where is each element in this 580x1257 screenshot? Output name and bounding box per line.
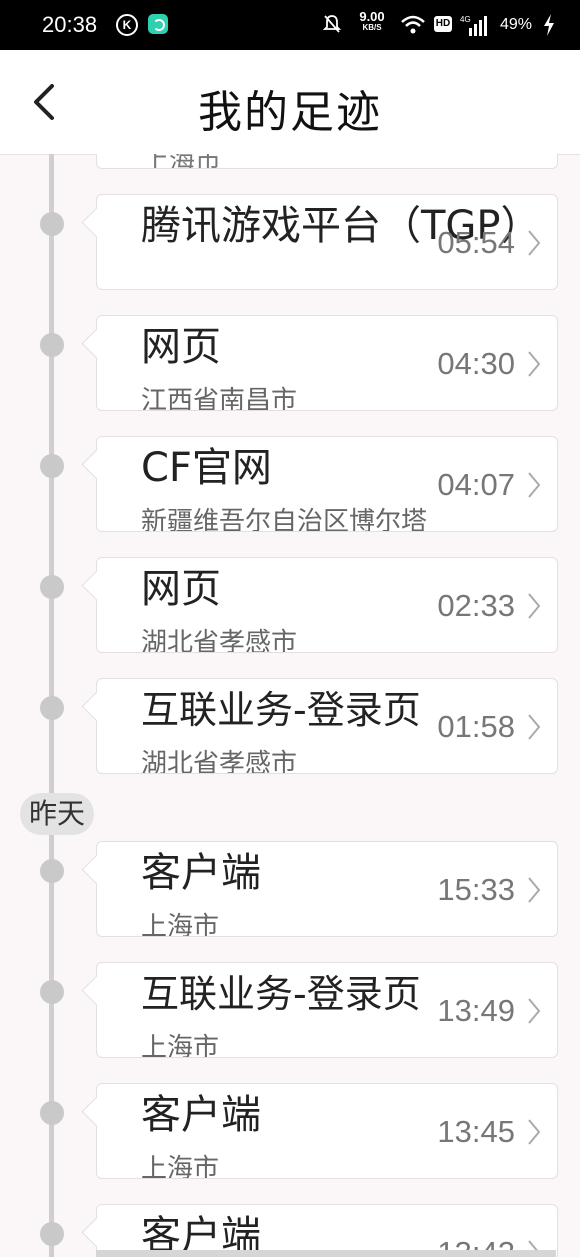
net-speed-value: 9.00: [359, 9, 385, 24]
chevron-right-icon: [528, 714, 541, 740]
history-entry[interactable]: 01:58 互联业务-登录页 湖北省孝感市: [0, 678, 580, 774]
card-time: 04:30: [437, 346, 515, 381]
wifi-icon: [401, 15, 425, 34]
history-entry[interactable]: 网页 江西省南昌市 04:30: [0, 315, 580, 411]
signal-icon: 4G: [460, 15, 487, 36]
card-time: 13:49: [437, 993, 515, 1028]
card-title: 客户端: [141, 1092, 261, 1138]
history-card[interactable]: CF官网 新疆维吾尔自治区博尔塔 04:07: [96, 436, 558, 532]
timeline-dot: [40, 980, 64, 1004]
card-location: 江西省南昌市: [141, 386, 298, 411]
app-notification-icon: [148, 14, 168, 34]
page-title: 我的足迹: [198, 87, 382, 138]
card-title: 网页: [141, 566, 221, 612]
history-card[interactable]: 网页 江西省南昌市 04:30: [96, 315, 558, 411]
card-title: 互联业务-登录页: [141, 688, 421, 732]
card-time: 05:54: [437, 225, 515, 260]
card-time: 13:45: [437, 1114, 515, 1149]
timeline-dot: [40, 333, 64, 357]
chevron-right-icon: [528, 877, 541, 903]
card-location: 上海市: [141, 1154, 220, 1179]
history-card[interactable]: 13:49 互联业务-登录页 上海市: [96, 962, 558, 1058]
history-card[interactable]: 腾讯游戏平台（TGP） 05:54: [96, 194, 558, 290]
history-entry[interactable]: 客户端 上海市 15:33: [0, 841, 580, 937]
history-card[interactable]: 客户端 上海市 13:45: [96, 1083, 558, 1179]
chevron-right-icon: [528, 998, 541, 1024]
card-title: 客户端: [141, 850, 261, 896]
history-card[interactable]: 客户端 上海市 15:33: [96, 841, 558, 937]
card-time: 01:58: [437, 709, 515, 744]
charging-bolt-icon: [544, 14, 554, 36]
timeline-dot: [40, 454, 64, 478]
battery-level: 49%: [500, 16, 533, 33]
chevron-right-icon: [528, 230, 541, 256]
chevron-right-icon: [528, 593, 541, 619]
card-title: 网页: [141, 324, 221, 370]
status-bar: 20:38 K 9.00 KB/S HD 4G 49%: [0, 0, 580, 50]
card-location: 湖北省孝感市: [141, 628, 298, 653]
timeline-dot: [40, 1222, 64, 1246]
card-location: 湖北省孝感市: [141, 749, 298, 774]
card-location: 上海市: [141, 912, 220, 937]
card-location: 上海市: [143, 154, 222, 169]
svg-text:4G: 4G: [460, 15, 471, 24]
timeline-dot: [40, 696, 64, 720]
chevron-right-icon: [528, 351, 541, 377]
history-card[interactable]: 网页 湖北省孝感市 02:33: [96, 557, 558, 653]
chevron-right-icon: [528, 1119, 541, 1145]
card-time: 15:33: [437, 872, 515, 907]
bottom-scroll-indicator: [96, 1250, 556, 1257]
history-entry[interactable]: 13:49 互联业务-登录页 上海市: [0, 962, 580, 1058]
net-speed-unit: KB/S: [362, 23, 382, 32]
app-header: 我的足迹: [0, 50, 580, 155]
timeline-dot: [40, 212, 64, 236]
partial-history-card[interactable]: 上海市: [96, 154, 558, 169]
card-title: CF官网: [141, 445, 272, 491]
card-time: 04:07: [437, 467, 515, 502]
timeline-dot: [40, 859, 64, 883]
date-separator: 昨天: [20, 793, 94, 835]
k-app-icon: K: [116, 14, 138, 36]
status-time: 20:38: [42, 12, 98, 37]
history-entry[interactable]: 网页 湖北省孝感市 02:33: [0, 557, 580, 653]
timeline-dot: [40, 1101, 64, 1125]
history-entry[interactable]: 腾讯游戏平台（TGP） 05:54: [0, 194, 580, 290]
hd-badge: HD: [434, 16, 452, 32]
chevron-right-icon: [528, 472, 541, 498]
timeline-dot: [40, 575, 64, 599]
net-speed: 9.00 KB/S: [354, 10, 390, 33]
mute-bell-icon: [322, 15, 342, 33]
history-card[interactable]: 01:58 互联业务-登录页 湖北省孝感市: [96, 678, 558, 774]
card-time: 02:33: [437, 588, 515, 623]
card-location: 上海市: [141, 1033, 220, 1058]
history-entry[interactable]: CF官网 新疆维吾尔自治区博尔塔 04:07: [0, 436, 580, 532]
history-entry[interactable]: 客户端 上海市 13:45: [0, 1083, 580, 1179]
card-title: 互联业务-登录页: [141, 972, 421, 1016]
card-location: 新疆维吾尔自治区博尔塔: [141, 507, 428, 532]
